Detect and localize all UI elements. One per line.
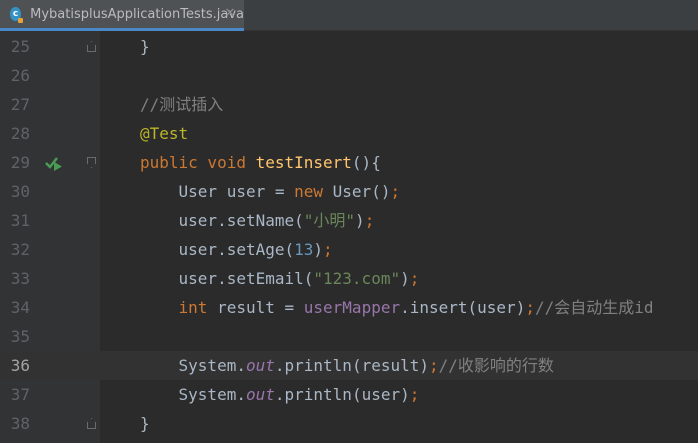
fold-marker-icon[interactable] xyxy=(87,41,96,52)
code-text: public void testInsert(){ xyxy=(140,153,381,172)
line-number: 25 xyxy=(10,37,30,56)
code-text: } xyxy=(140,414,150,433)
code-line[interactable]: 34 int result = userMapper.insert(user);… xyxy=(0,293,698,322)
tab-label: MybatisplusApplicationTests.java xyxy=(30,6,244,22)
code-line[interactable]: 33 user.setEmail("123.com"); xyxy=(0,264,698,293)
code-line[interactable]: 29 public void testInsert(){ xyxy=(0,148,698,177)
code-line[interactable]: 27 //测试插入 xyxy=(0,90,698,119)
code-text: System.out.println(result);//收影响的行数 xyxy=(140,356,554,375)
code-line[interactable]: 30 User user = new User(); xyxy=(0,177,698,206)
code-line[interactable]: 32 user.setAge(13); xyxy=(0,235,698,264)
line-number: 37 xyxy=(10,385,30,404)
fold-marker-icon[interactable] xyxy=(87,157,96,168)
code-text: } xyxy=(140,37,150,56)
code-line[interactable]: 37 System.out.println(user); xyxy=(0,380,698,409)
code-text: user.setEmail("123.com"); xyxy=(140,269,420,288)
line-number: 30 xyxy=(10,182,30,201)
java-class-icon: c xyxy=(10,7,24,23)
code-text: user.setName("小明"); xyxy=(140,211,375,230)
line-number: 34 xyxy=(10,298,30,317)
fold-marker-icon[interactable] xyxy=(87,418,96,429)
close-icon[interactable]: ✕ xyxy=(224,7,236,20)
tab-mybatisplus-application-tests[interactable]: c MybatisplusApplicationTests.java ✕ xyxy=(0,0,244,31)
code-line[interactable]: 35 xyxy=(0,322,698,351)
line-number: 32 xyxy=(10,240,30,259)
code-text: user.setAge(13); xyxy=(140,240,333,259)
line-number: 38 xyxy=(10,414,30,433)
code-text: //测试插入 xyxy=(140,95,224,114)
line-number: 35 xyxy=(10,327,30,346)
code-line[interactable]: 25} xyxy=(0,32,698,61)
run-test-icon[interactable] xyxy=(44,155,64,171)
code-text: int result = userMapper.insert(user);//会… xyxy=(178,298,654,317)
line-number: 36 xyxy=(10,356,30,375)
line-number: 31 xyxy=(10,211,30,230)
code-editor[interactable]: 25} 26 27 //测试插入 28 @Test 29 public void testIn… xyxy=(0,31,698,443)
line-number: 26 xyxy=(10,66,30,85)
code-text: User user = new User(); xyxy=(140,182,401,201)
line-number: 29 xyxy=(10,153,30,172)
line-number: 33 xyxy=(10,269,30,288)
line-number: 27 xyxy=(10,95,30,114)
editor-tab-bar: c MybatisplusApplicationTests.java ✕ xyxy=(0,0,698,31)
code-line[interactable]: 31 user.setName("小明"); xyxy=(0,206,698,235)
code-line[interactable]: 28 @Test xyxy=(0,119,698,148)
code-line[interactable]: 36 System.out.println(result);//收影响的行数 xyxy=(0,351,698,380)
line-number: 28 xyxy=(10,124,30,143)
code-line[interactable]: 38} xyxy=(0,409,698,438)
code-text: System.out.println(user); xyxy=(140,385,420,404)
code-line[interactable]: 26 xyxy=(0,61,698,90)
code-text: @Test xyxy=(140,124,189,143)
